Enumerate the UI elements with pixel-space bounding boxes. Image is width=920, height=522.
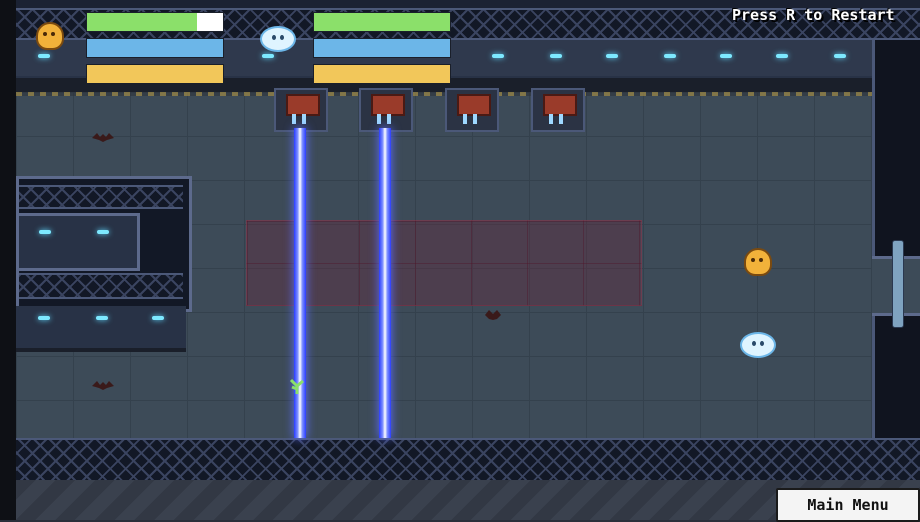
blue-robot-icon: [260, 26, 296, 52]
left-lower-wall: [16, 306, 186, 352]
restart-hint: Press R to Restart: [732, 6, 895, 24]
yellow-robot-character: [744, 248, 772, 276]
player2-stamina-bar: [313, 38, 451, 58]
player2-energy-bar: [313, 64, 451, 84]
wall-lamp: [550, 54, 562, 58]
wall-lamp: [492, 54, 504, 58]
wall-lamp: [606, 54, 618, 58]
bottom-wall: [16, 438, 920, 484]
left-border: [0, 0, 16, 520]
block-truss: [19, 185, 183, 209]
wall-lamp: [664, 54, 676, 58]
laser-turret: [531, 88, 585, 132]
player1-energy-bar: [86, 64, 224, 84]
wall-lamp: [776, 54, 788, 58]
bat-icon: [485, 310, 505, 320]
laser-turret: [274, 88, 328, 132]
block-truss: [19, 273, 183, 299]
wall-lamp: [97, 230, 109, 234]
player2-health-bar: [313, 12, 451, 32]
wall-lamp: [39, 230, 51, 234]
left-wall-block: [16, 176, 192, 312]
player1-health-bar: [86, 12, 224, 32]
wall-lamp: [152, 316, 164, 320]
wall-lamp: [834, 54, 846, 58]
floor-hazard-stripe: [16, 92, 872, 96]
player1-health-fill: [87, 13, 198, 31]
main-menu-button[interactable]: Main Menu: [776, 488, 920, 522]
yellow-robot-icon: [36, 22, 64, 50]
wall-lamp: [262, 54, 274, 58]
blue-robot-character: [740, 332, 776, 358]
player1-stamina-bar: [86, 38, 224, 58]
door-bar: [892, 240, 904, 328]
block-notch: [19, 213, 140, 271]
player2-health-fill: [314, 13, 450, 31]
wall-lamp: [720, 54, 732, 58]
plant-icon: [288, 378, 306, 394]
bat-icon: [92, 380, 114, 390]
laser-turret: [359, 88, 413, 132]
laser-beam: [379, 128, 391, 438]
wall-lamp: [38, 54, 50, 58]
bat-icon: [92, 132, 114, 142]
wall-lamp: [96, 316, 108, 320]
laser-turret: [445, 88, 499, 132]
wall-lamp: [38, 316, 50, 320]
